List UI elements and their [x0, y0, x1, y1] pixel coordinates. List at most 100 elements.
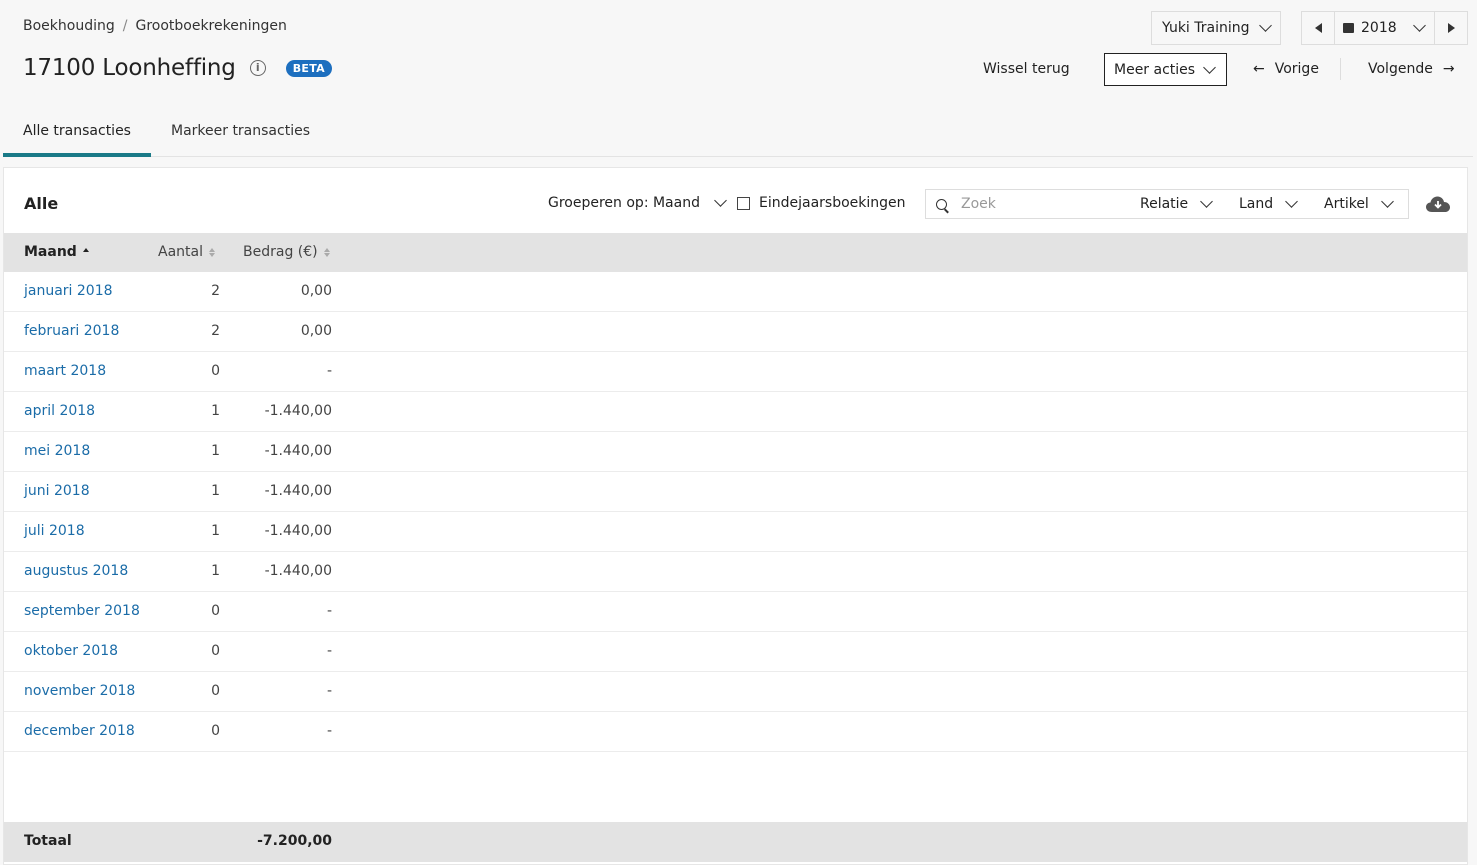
table-row: juni 2018 1 -1.440,00 [4, 472, 1467, 512]
table-row: november 2018 0 - [4, 672, 1467, 712]
month-link[interactable]: augustus 2018 [24, 563, 128, 579]
month-link[interactable]: juli 2018 [24, 523, 85, 539]
chevron-down-icon [1413, 19, 1426, 32]
land-filter[interactable]: Land [1239, 195, 1299, 212]
groeperen-label: Groeperen op: Maand [548, 195, 700, 211]
previous-year-button[interactable] [1302, 12, 1335, 44]
column-aantal[interactable]: Aantal [158, 244, 215, 260]
row-count: 0 [211, 363, 220, 379]
info-icon[interactable]: i [249, 60, 266, 76]
company-select-value: Yuki Training [1162, 20, 1250, 36]
row-count: 2 [211, 323, 220, 339]
table-row: juli 2018 1 -1.440,00 [4, 512, 1467, 552]
search-input[interactable] [961, 196, 1131, 212]
row-amount: -1.440,00 [264, 483, 332, 499]
chevron-down-icon [1259, 19, 1272, 32]
panel-header: Alle Groeperen op: Maand Eindejaarsboeki… [4, 168, 1467, 233]
cloud-download-icon[interactable] [1426, 196, 1450, 212]
year-selector: 2018 [1301, 11, 1468, 45]
table-body: januari 2018 2 0,00 februari 2018 2 0,00 maa… [4, 272, 1467, 752]
column-bedrag-label: Bedrag (€) [243, 244, 318, 260]
month-link[interactable]: maart 2018 [24, 363, 106, 379]
row-amount: 0,00 [300, 283, 332, 299]
artikel-filter-label: Artikel [1324, 196, 1369, 212]
tab-markeer-transacties[interactable]: Markeer transacties [151, 112, 330, 157]
search-icon [936, 198, 947, 210]
caret-right-icon [1447, 23, 1455, 33]
search-bar: Relatie Land Artikel [925, 189, 1409, 219]
year-select-value: 2018 [1361, 20, 1397, 36]
row-count: 0 [211, 723, 220, 739]
sort-asc-icon [82, 247, 89, 257]
meer-acties-label: Meer acties [1114, 61, 1196, 78]
total-label: Totaal [24, 833, 72, 849]
relatie-filter[interactable]: Relatie [1140, 195, 1214, 212]
month-link[interactable]: april 2018 [24, 403, 95, 419]
breadcrumb-grootboekrekeningen[interactable]: Grootboekrekeningen [135, 18, 286, 34]
row-count: 1 [211, 443, 220, 459]
transactions-panel: Alle Groeperen op: Maand Eindejaarsboeki… [3, 167, 1468, 865]
row-count: 1 [211, 563, 220, 579]
month-link[interactable]: mei 2018 [24, 443, 90, 459]
row-count: 1 [211, 483, 220, 499]
month-link[interactable]: januari 2018 [24, 283, 113, 299]
next-year-button[interactable] [1434, 12, 1467, 44]
vorige-button[interactable]: ← Vorige [1253, 61, 1319, 77]
month-link[interactable]: september 2018 [24, 603, 140, 619]
table-row: oktober 2018 0 - [4, 632, 1467, 672]
row-amount: -1.440,00 [264, 563, 332, 579]
row-amount: 0,00 [300, 323, 332, 339]
title-row: 17100 Loonheffing i BETA [23, 55, 332, 81]
volgende-label: Volgende [1368, 61, 1433, 77]
arrow-left-icon: ← [1253, 61, 1265, 77]
row-count: 2 [211, 283, 220, 299]
arrow-right-icon: → [1442, 61, 1455, 77]
column-maand-label: Maand [24, 244, 77, 260]
total-amount: -7.200,00 [257, 833, 332, 849]
vorige-label: Vorige [1274, 61, 1319, 77]
land-filter-label: Land [1239, 196, 1274, 212]
eindejaarsboekingen-label: Eindejaarsboekingen [759, 195, 906, 211]
caret-left-icon [1314, 23, 1322, 33]
table-total-row: Totaal -7.200,00 [4, 822, 1467, 862]
breadcrumb-boekhouding[interactable]: Boekhouding [23, 18, 115, 34]
groeperen-select[interactable]: Groeperen op: Maand [548, 194, 727, 211]
row-count: 0 [211, 643, 220, 659]
artikel-filter[interactable]: Artikel [1324, 195, 1394, 212]
sort-icon [209, 247, 215, 257]
row-count: 1 [211, 523, 220, 539]
table-row: februari 2018 2 0,00 [4, 312, 1467, 352]
column-bedrag[interactable]: Bedrag (€) [243, 244, 330, 260]
table-row: maart 2018 0 - [4, 352, 1467, 392]
table-row: april 2018 1 -1.440,00 [4, 392, 1467, 432]
chevron-down-icon [1380, 195, 1394, 208]
breadcrumb-separator: / [122, 18, 128, 34]
tab-alle-transacties[interactable]: Alle transacties [3, 112, 151, 157]
chevron-down-icon [1285, 195, 1299, 208]
row-count: 1 [211, 403, 220, 419]
month-link[interactable]: oktober 2018 [24, 643, 118, 659]
wissel-terug-button[interactable]: Wissel terug [983, 61, 1070, 77]
breadcrumb: Boekhouding / Grootboekrekeningen [23, 18, 287, 34]
column-maand[interactable]: Maand [24, 244, 89, 260]
eindejaarsboekingen-toggle[interactable]: Eindejaarsboekingen [737, 195, 906, 211]
month-link[interactable]: juni 2018 [24, 483, 90, 499]
month-link[interactable]: december 2018 [24, 723, 135, 739]
table-row: januari 2018 2 0,00 [4, 272, 1467, 312]
row-amount: - [326, 723, 332, 739]
month-link[interactable]: februari 2018 [24, 323, 119, 339]
tab-bar: Alle transacties Markeer transacties [3, 112, 1473, 157]
year-select[interactable]: 2018 [1335, 12, 1434, 44]
meer-acties-button[interactable]: Meer acties [1104, 53, 1227, 86]
column-aantal-label: Aantal [158, 244, 203, 260]
row-amount: - [326, 683, 332, 699]
row-count: 0 [211, 603, 220, 619]
table-header: Maand Aantal Bedrag (€) [4, 233, 1467, 272]
beta-badge: BETA [285, 59, 332, 77]
eindejaarsboekingen-checkbox[interactable] [737, 196, 750, 210]
month-link[interactable]: november 2018 [24, 683, 135, 699]
volgende-button[interactable]: Volgende → [1368, 61, 1455, 77]
company-select[interactable]: Yuki Training [1151, 11, 1281, 45]
row-amount: -1.440,00 [264, 443, 332, 459]
sort-icon [323, 247, 330, 257]
